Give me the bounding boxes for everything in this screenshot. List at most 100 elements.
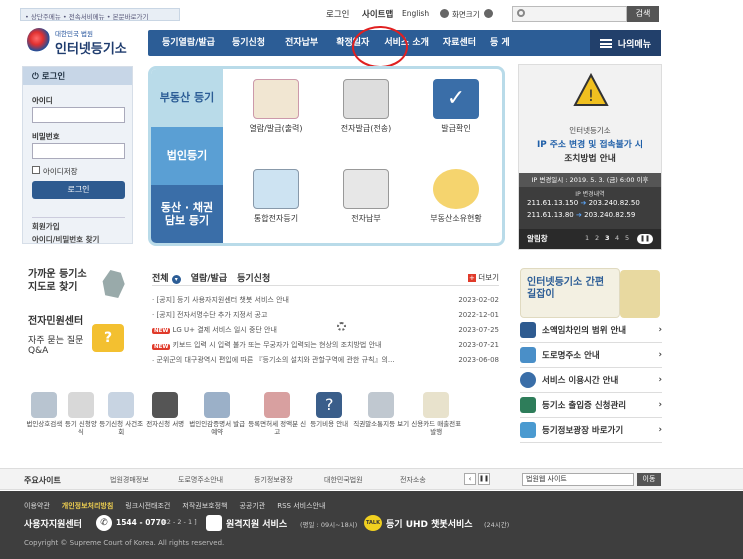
quick-verify[interactable]: ✓ 발급확인	[411, 79, 501, 134]
prev-icon[interactable]: ‹	[464, 473, 476, 485]
gnb-view-issue[interactable]: 등기열람/발급	[148, 30, 222, 56]
quick-payment[interactable]: 전자납부	[321, 169, 411, 224]
quick-ownership[interactable]: 부동산소유현황	[411, 169, 501, 224]
zoom-in-icon[interactable]	[484, 9, 493, 18]
copyright: Copyright © Supreme Court of Korea. All …	[24, 539, 225, 547]
seal-reserve-link[interactable]: 법인인감증명서 발급예약	[187, 392, 247, 452]
tab-view-issue[interactable]: 열람/발급	[191, 271, 227, 284]
gnb-payment[interactable]: 전자납부	[275, 30, 328, 56]
notice-row[interactable]: NEW LG U+ 결제 서비스 일시 중단 안내 2023-07-25	[152, 322, 499, 337]
site-link[interactable]: 등기정보광장	[254, 475, 293, 485]
transmit-icon	[343, 79, 389, 119]
more-link[interactable]: + 더보기	[467, 272, 499, 283]
nearby-office-link[interactable]: 가까운 등기소 지도로 찾기	[28, 268, 98, 294]
footer-link[interactable]: 저작권보호정책	[182, 501, 227, 511]
site-logo[interactable]: 대한민국 법원 인터넷등기소	[27, 28, 137, 58]
quick-e-issue[interactable]: 전자발급(전송)	[321, 79, 411, 134]
footer-link[interactable]: 개인정보처리방침	[62, 501, 114, 511]
pause-icon[interactable]: ❚❚	[637, 234, 653, 244]
page-4[interactable]: 4	[615, 234, 619, 242]
sitemap-link[interactable]: 사이트맵	[362, 8, 393, 20]
receipt-icon	[264, 392, 291, 418]
notice-banner[interactable]: ! 인터넷등기소 IP 주소 변경 및 접속불가 시 조치방법 안내 IP 변경…	[518, 64, 662, 250]
faq-link[interactable]: 자주 묻는 질문 Q&A	[28, 333, 94, 356]
svc-small-tenant[interactable]: 소액임차인의 범위 안내 ›	[520, 318, 662, 343]
gnb-board[interactable]: 등 게	[483, 30, 517, 56]
notice-title: 키보드 입력 시 입력 불가 또는 무궁자가 입력되는 현상의 조치방법 안내	[172, 340, 382, 349]
corp-label[interactable]: 법인등기	[151, 127, 223, 185]
notice-row[interactable]: · [공지] 전자서명수단 추가 지정서 공고 2022-12-01	[152, 307, 499, 322]
svc-hours[interactable]: 서비스 이용시간 안내 ›	[520, 368, 662, 393]
check-icon: ✓	[433, 79, 479, 119]
login-link[interactable]: 로그인	[326, 8, 349, 20]
more-label: 더보기	[478, 273, 499, 282]
footer-links: 이용약관 개인정보처리방침 링크시전태조건 저작권보호정책 공공기관 RSS 서…	[24, 501, 325, 511]
notice-row[interactable]: · 군위군의 대구광역시 편입에 따른 『등기소의 설치와 관할구역에 관한 규…	[152, 352, 499, 367]
gnb-data-center[interactable]: 자료센터	[436, 30, 483, 56]
gnb-application[interactable]: 등기신청	[222, 30, 275, 56]
notice-row[interactable]: · [공지] 등기 사용자지원센터 챗봇 서비스 안내 2023-02-02	[152, 292, 499, 307]
page-1[interactable]: 1	[585, 234, 592, 242]
site-link[interactable]: 대한민국법원	[324, 475, 363, 485]
skip-links[interactable]: • 상단주메뉴 • 전속서비메뉴 • 본문바로가기	[20, 8, 180, 21]
site-link[interactable]: 전자소송	[400, 475, 426, 485]
footer-link[interactable]: 링크시전태조건	[125, 501, 170, 511]
cost-guide-link[interactable]: ? 등기비용 안내	[307, 392, 351, 452]
banner-detail-label: IP 변경내역	[575, 191, 605, 198]
join-link[interactable]: 회원가입	[32, 221, 60, 232]
svc-data-plaza[interactable]: 등기정보광장 바로가기 ›	[520, 418, 662, 443]
zoom-out-icon[interactable]	[440, 9, 449, 18]
site-select[interactable]: 법원웹 사이트	[522, 473, 634, 486]
page-3[interactable]: 3	[605, 234, 610, 242]
svc-road-address[interactable]: 도로명주소 안내 ›	[520, 343, 662, 368]
real-estate-label[interactable]: 부동산 등기	[151, 69, 223, 127]
icon-label: 등기 신청양식	[64, 420, 97, 436]
footer-link[interactable]: 공공기관	[239, 501, 265, 511]
find-account-link[interactable]: 아이디/비밀번호 찾기	[32, 234, 99, 245]
footer-link[interactable]: 이용약관	[24, 501, 50, 511]
movable-label[interactable]: 동산 · 채권 담보 등기	[151, 185, 223, 243]
tab-application[interactable]: 등기신청	[237, 271, 270, 284]
site-go-button[interactable]: 이동	[637, 473, 661, 486]
help-icon: ?	[316, 392, 343, 418]
deletion-notice-link[interactable]: 직권말소통지등 보기	[351, 392, 411, 452]
tab-all[interactable]: 전체 ▾	[152, 271, 181, 284]
license-tax-link[interactable]: 등록면허세 정액분 신고	[247, 392, 307, 452]
chatbot-link[interactable]: 등기 UHD 챗봇서비스	[386, 517, 473, 530]
quick-integrated[interactable]: 통합전자등기	[231, 169, 321, 224]
case-lookup-link[interactable]: 등기신청 사건조회	[99, 392, 143, 452]
my-menu-button[interactable]: 나의메뉴	[589, 30, 661, 56]
save-id-checkbox[interactable]	[32, 166, 40, 174]
e-sign-link[interactable]: 전자신청 서명	[143, 392, 187, 452]
page-2[interactable]: 2	[595, 234, 599, 242]
login-button[interactable]: 로그인	[32, 181, 125, 199]
chatbot-hours: (24시간)	[484, 521, 510, 529]
remote-support-link[interactable]: 원격지원 서비스	[226, 517, 287, 530]
notice-date: 2023-06-08	[458, 355, 499, 364]
service-icon-row: 법인상호검색 등기 신청양식 등기신청 사건조회 전자신청 서명 법인인감증명서…	[26, 392, 502, 452]
pen-icon	[152, 392, 179, 418]
site-link[interactable]: 도로명주소안내	[178, 475, 223, 485]
search-input[interactable]	[512, 6, 627, 22]
page-5[interactable]: 5	[625, 234, 629, 242]
svc-access-pass[interactable]: 등기소 출입증 신청관리 ›	[520, 393, 662, 418]
forms-link[interactable]: 등기 신청양식	[63, 392, 100, 452]
banner-row-2-to: 203.240.82.59	[584, 211, 636, 219]
site-link[interactable]: 법원경매정보	[110, 475, 149, 485]
pause-icon[interactable]: ❚❚	[478, 473, 490, 485]
notice-title: [공지] 등기 사용자지원센터 챗봇 서비스 안내	[156, 295, 289, 304]
guide-banner[interactable]: 인터넷등기소 간편길잡이	[520, 268, 620, 318]
logo-court-text: 대한민국 법원	[55, 30, 93, 38]
notice-row[interactable]: NEW 키보드 입력 시 입력 불가 또는 무궁자가 입력되는 현상의 조치방법 …	[152, 337, 499, 352]
english-link[interactable]: English	[402, 9, 429, 18]
card-receipt-link[interactable]: 신용카드 매출전표 발행	[411, 392, 461, 452]
footer-link[interactable]: RSS 서비스안내	[277, 501, 325, 511]
search-button[interactable]: 검색	[627, 6, 659, 22]
logo-site-name: 인터넷등기소	[55, 42, 127, 57]
people-icon	[520, 322, 536, 338]
calendar-icon	[204, 392, 231, 418]
quick-view-issue[interactable]: 열람/발급(출력)	[231, 79, 321, 134]
pw-input[interactable]	[32, 143, 125, 159]
corp-search-link[interactable]: 법인상호검색	[26, 392, 63, 452]
id-input[interactable]	[32, 107, 125, 123]
